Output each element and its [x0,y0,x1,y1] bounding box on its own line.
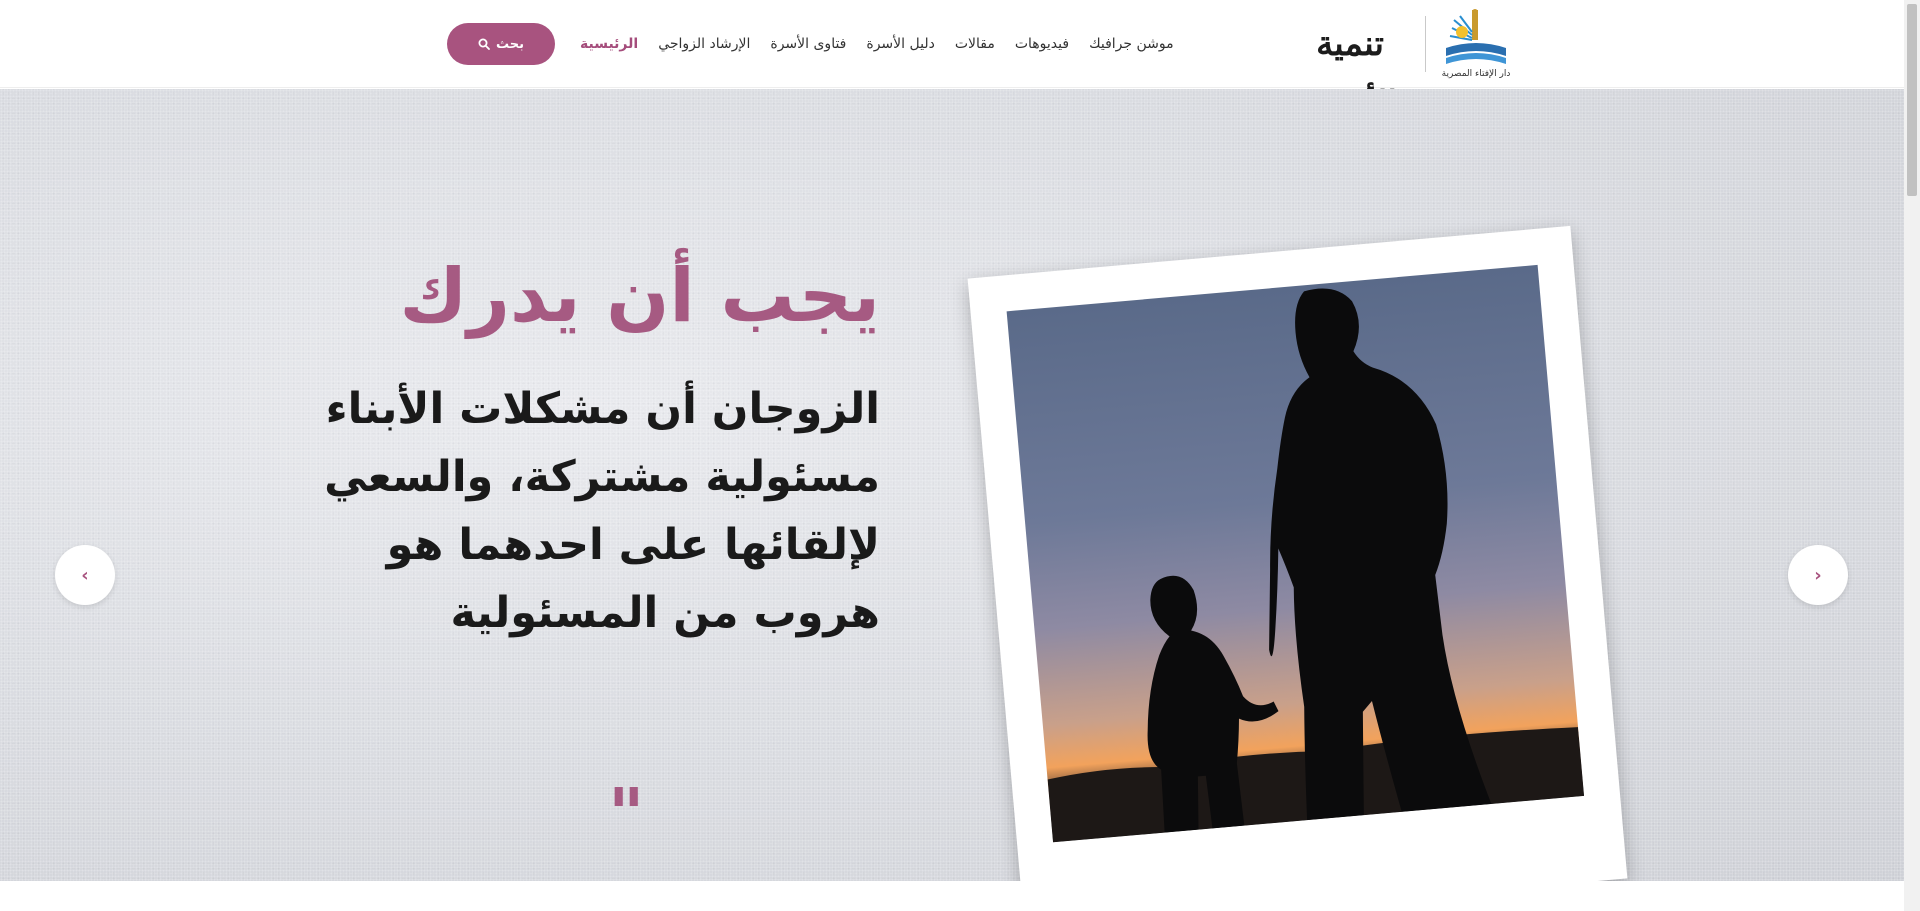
page-scrollbar[interactable] [1904,0,1920,911]
search-button-label: بحث [495,36,524,52]
emblem-caption: دار الإفتاء المصرية [1442,69,1510,79]
slide-text-line: مسئولية مشتركة، والسعي [324,452,880,502]
nav-item-family-guide[interactable]: دليل الأسرة [866,36,934,52]
site-logo[interactable]: دار الإفتاء المصرية تنمية الأسرة [1285,6,1510,124]
slider-prev-button[interactable]: ‹ [55,545,115,605]
logo-wordmark: تنمية الأسرة [1303,24,1397,124]
quote-mark: " [608,772,645,855]
search-button[interactable]: بحث [447,23,555,65]
nav-item-videos[interactable]: فيديوهات [1015,36,1069,52]
scrollbar-thumb[interactable] [1907,4,1917,196]
nav-item-articles[interactable]: مقالات [955,36,995,52]
dar-alifta-emblem-icon: دار الإفتاء المصرية [1442,9,1510,79]
page: دار الإفتاء المصرية تنمية الأسرة الرئيسي… [0,0,1920,911]
father-son-photo [1006,264,1585,843]
polaroid-frame [967,225,1628,881]
hero-slider: يجب أن يدرك الزوجان أن مشكلات الأبناء مس… [0,89,1904,881]
slider-next-button[interactable]: › [1788,545,1848,605]
search-icon [478,38,490,50]
slide-text-line: الزوجان أن مشكلات الأبناء [325,384,880,434]
chevron-left-icon: ‹ [81,564,89,586]
slide-title: يجب أن يدرك [399,253,880,339]
main-nav: الرئيسية الإرشاد الزواجي فتاوى الأسرة دل… [580,28,1174,60]
nav-item-family-fatwas[interactable]: فتاوى الأسرة [770,36,846,52]
chevron-right-icon: › [1814,564,1822,586]
slide-quote: يجب أن يدرك الزوجان أن مشكلات الأبناء مس… [300,259,880,647]
slide-text-line: لإلقائها على احدهما هو [386,520,880,570]
site-header: دار الإفتاء المصرية تنمية الأسرة الرئيسي… [0,0,1904,124]
nav-item-motion-graphics[interactable]: موشن جرافيك [1089,36,1174,52]
nav-item-marital-counseling[interactable]: الإرشاد الزواجي [658,36,750,52]
silhouette-image [1047,288,1585,843]
logo-divider [1425,16,1426,72]
slide-text-line: هروب من المسئولية [450,588,880,638]
nav-item-home[interactable]: الرئيسية [580,36,638,52]
slide-text: الزوجان أن مشكلات الأبناء مسئولية مشتركة… [300,375,880,647]
